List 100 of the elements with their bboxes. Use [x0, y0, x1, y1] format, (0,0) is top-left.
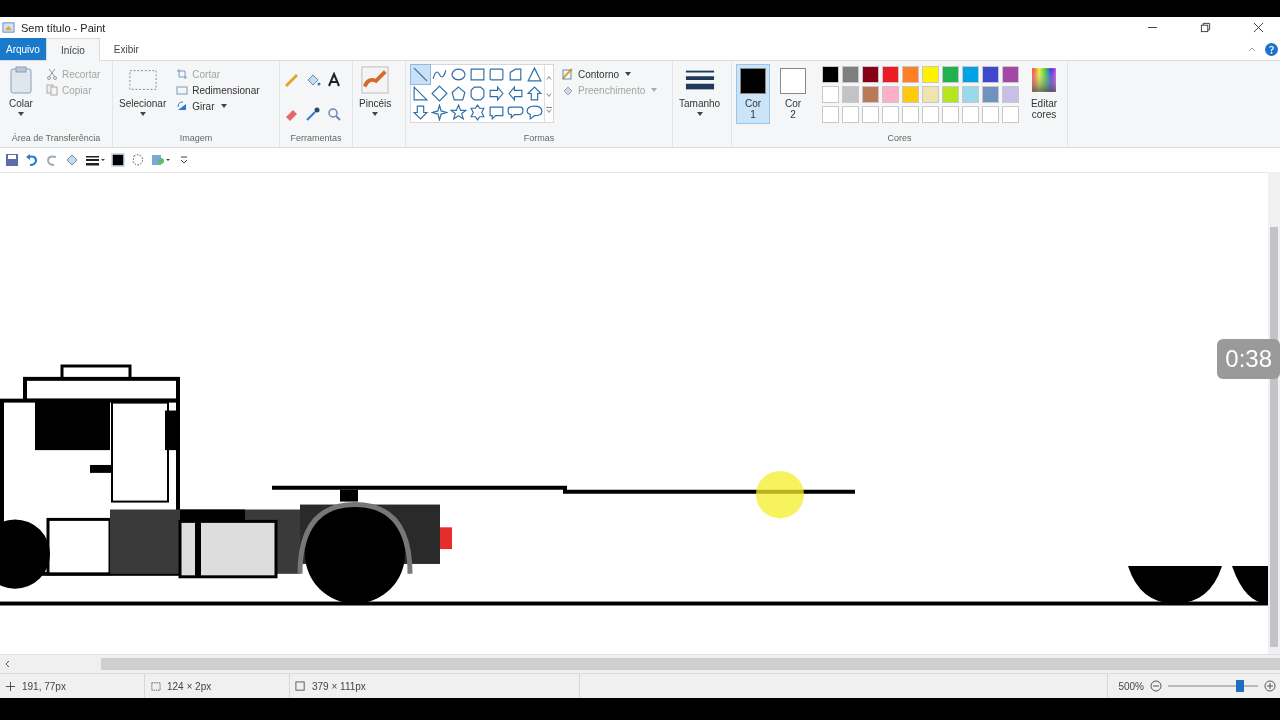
brush-icon [360, 66, 391, 94]
zoom-slider[interactable] [1168, 679, 1258, 693]
color-spectrum-icon [1029, 66, 1059, 94]
color-slot-button[interactable]: Cor 1 [736, 64, 771, 124]
image-action-button[interactable]: Girar [174, 99, 262, 113]
edit-colors-button[interactable]: Editar cores [1025, 64, 1063, 122]
select-button[interactable]: Selecionar [117, 64, 169, 118]
brushes-button[interactable]: Pincéis [357, 64, 394, 118]
scroll-arrows-icon[interactable] [544, 65, 553, 122]
group-label: Cores [886, 133, 913, 145]
redo-icon[interactable] [45, 153, 59, 167]
outline-button[interactable]: Contorno [560, 67, 660, 81]
image-action-button[interactable]: Redimensionar [174, 83, 262, 97]
line-width-icon[interactable] [85, 153, 105, 167]
help-icon[interactable] [1265, 42, 1278, 56]
fill-bucket-icon[interactable] [305, 72, 321, 88]
ribbon-tab[interactable]: Arquivo [0, 38, 46, 60]
group-label: Imagem [178, 133, 214, 145]
close-icon[interactable] [1253, 22, 1264, 33]
caret-icon [625, 72, 632, 76]
cursor-position-icon [5, 680, 16, 692]
paste-button[interactable]: Colar [4, 64, 38, 118]
crop-icon [176, 68, 189, 80]
shape-icon[interactable] [468, 84, 487, 103]
shape-icon[interactable] [525, 84, 544, 103]
caret-icon [651, 88, 658, 92]
shape-icon[interactable] [506, 84, 525, 103]
palette-swatch[interactable] [882, 66, 900, 83]
palette-swatch[interactable] [942, 86, 960, 103]
shape-icon[interactable] [487, 84, 506, 103]
group-label: Formas [522, 133, 556, 145]
free-form-select-icon[interactable] [131, 153, 145, 167]
image-size-icon [295, 680, 306, 692]
selection-size-icon [150, 680, 161, 692]
size-button[interactable]: Tamanho [677, 64, 723, 118]
palette-swatch[interactable] [1002, 66, 1020, 83]
zoom-in-icon[interactable] [1264, 680, 1276, 692]
save-icon[interactable] [5, 153, 19, 167]
zoom-slider-thumb[interactable] [1236, 680, 1244, 692]
magnifier-icon[interactable] [326, 105, 342, 122]
scroll-left-icon[interactable] [4, 660, 12, 668]
palette-swatch[interactable] [982, 66, 1000, 83]
shape-icon[interactable] [411, 103, 430, 122]
shape-icon[interactable] [525, 103, 544, 122]
group-label: Área de Transferência [10, 133, 102, 145]
palette-swatch[interactable] [842, 86, 860, 103]
outline-icon [562, 68, 574, 80]
color-picker-icon[interactable] [305, 105, 321, 122]
shape-icon[interactable] [430, 103, 449, 122]
caret-icon [696, 112, 703, 116]
image-size: 379 × 111px [312, 680, 366, 692]
paint-3d-icon[interactable] [151, 153, 171, 167]
shape-icon[interactable] [449, 103, 468, 122]
copy-icon [46, 84, 58, 96]
zoom-out-icon[interactable] [1150, 680, 1162, 692]
selection-size: 124 × 2px [167, 680, 212, 692]
color-slot-button[interactable]: Cor 2 [776, 64, 811, 124]
text-icon[interactable] [326, 72, 342, 88]
horizontal-scrollbar[interactable] [0, 654, 1280, 673]
shape-icon[interactable] [525, 65, 544, 84]
caret-icon [139, 112, 146, 116]
shape-icon[interactable] [411, 65, 430, 84]
cursor-position: 191, 77px [22, 680, 66, 692]
cursor-highlight [756, 470, 804, 519]
undo-icon[interactable] [25, 153, 39, 167]
zoom-level: 500% [1118, 680, 1144, 692]
caret-icon [220, 104, 227, 108]
caret-icon [18, 112, 24, 116]
palette-swatch[interactable] [982, 86, 1000, 103]
palette-swatch[interactable] [882, 86, 900, 103]
fill-bucket-icon[interactable] [65, 153, 79, 167]
palette-swatch[interactable] [902, 86, 920, 103]
video-timestamp: 0:38 [1217, 339, 1280, 379]
shape-icon[interactable] [430, 84, 449, 103]
pencil-icon[interactable] [284, 72, 300, 88]
shape-icon[interactable] [468, 103, 487, 122]
palette-swatch[interactable] [822, 86, 840, 103]
palette-swatch[interactable] [962, 86, 980, 103]
caret-icon [372, 112, 379, 116]
restore-icon[interactable] [1200, 22, 1211, 33]
group-label: Ferramentas [289, 133, 343, 145]
color-swatch-icon[interactable] [111, 153, 125, 167]
fill-icon [562, 84, 574, 96]
shape-icon[interactable] [411, 84, 430, 103]
palette-swatch[interactable] [862, 86, 880, 103]
palette-swatch[interactable] [822, 66, 840, 83]
palette-swatch[interactable] [942, 66, 960, 83]
palette-swatch[interactable] [1002, 86, 1020, 103]
rotate-icon [176, 100, 189, 112]
ribbon-tab[interactable]: Início [45, 38, 100, 61]
palette-swatch[interactable] [962, 66, 980, 83]
palette-swatch[interactable] [922, 66, 940, 83]
palette-swatch[interactable] [842, 66, 860, 83]
scissors-icon [46, 68, 58, 80]
palette-swatch[interactable] [862, 66, 880, 83]
paint-app-icon [2, 21, 15, 34]
ribbon-tab[interactable]: Exibir [99, 38, 153, 60]
palette-swatch[interactable] [902, 66, 920, 83]
palette-swatch[interactable] [922, 86, 940, 103]
shape-icon[interactable] [449, 84, 468, 103]
